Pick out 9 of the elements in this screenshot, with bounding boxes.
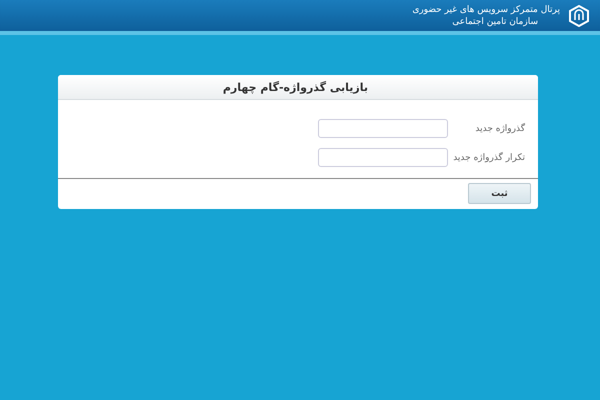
form-title: بازیابی گذرواژه-گام چهارم: [58, 75, 538, 100]
field-label: گذرواژه جدید: [474, 124, 525, 134]
organization-name: سازمان تامین اجتماعی: [451, 16, 539, 28]
field-label: تکرار گذرواژه جدید: [452, 152, 525, 162]
logo-icon: [568, 4, 590, 26]
password-field[interactable]: [318, 148, 448, 167]
portal-title: پرتال متمرکز سرویس های غیر حضوری: [412, 4, 560, 16]
password-field[interactable]: [318, 119, 448, 138]
submit-button[interactable]: ثبت: [468, 183, 531, 204]
